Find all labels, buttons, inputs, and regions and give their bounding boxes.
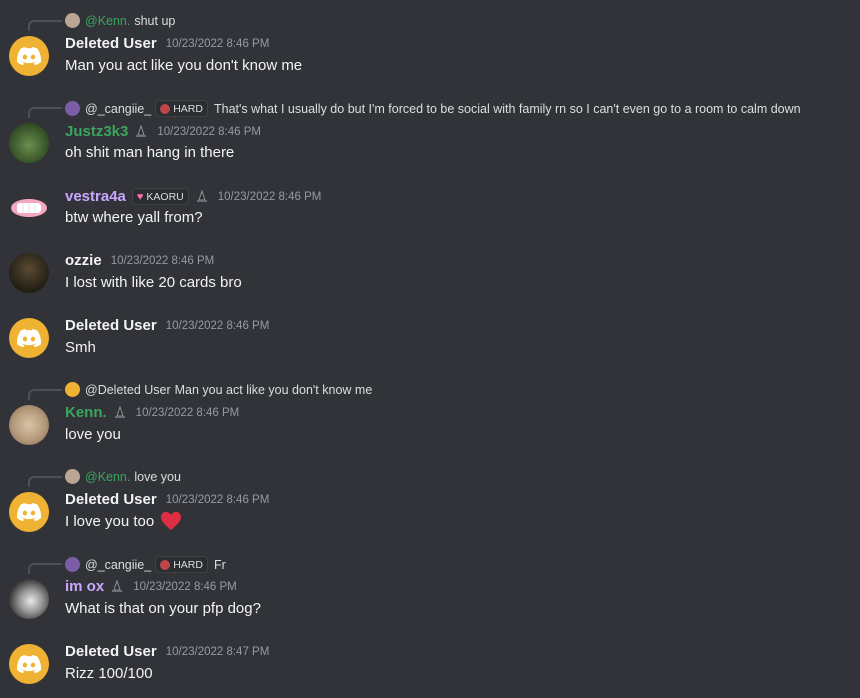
reply-avatar <box>65 101 80 116</box>
witch-hat-icon <box>114 405 125 418</box>
badge-label: HARD <box>173 558 203 571</box>
server-tag-badge: HARD <box>155 556 208 573</box>
witch-hat-icon <box>112 579 123 592</box>
badge-label: KAORU <box>146 190 184 203</box>
reply-mention[interactable]: @Kenn. <box>85 470 130 484</box>
message-body: I love you too <box>65 511 182 531</box>
reply-spine <box>28 107 62 118</box>
witch-hat-icon <box>196 189 207 202</box>
avatar[interactable] <box>9 188 49 228</box>
reply-mention[interactable]: @_cangiie_ <box>85 558 151 572</box>
reply-text: Man you act like you don't know me <box>174 382 373 397</box>
skull-icon <box>160 103 171 114</box>
username[interactable]: Deleted User <box>65 35 157 52</box>
message-text: love you <box>65 426 121 443</box>
timestamp: 10/23/2022 8:46 PM <box>217 190 322 203</box>
badge-label: HARD <box>173 102 203 115</box>
reply-avatar <box>65 13 80 28</box>
teeth-icon <box>11 199 47 217</box>
reply-text: love you <box>134 469 181 484</box>
heart-icon: ♥ <box>136 190 144 203</box>
message-text: btw where yall from? <box>65 209 203 226</box>
timestamp: 10/23/2022 8:46 PM <box>135 406 240 419</box>
avatar[interactable] <box>9 644 49 684</box>
username[interactable]: vestra4a <box>65 188 126 205</box>
reply-text: Fr <box>213 557 226 572</box>
avatar[interactable] <box>9 253 49 293</box>
timestamp: 10/23/2022 8:47 PM <box>165 645 270 658</box>
username[interactable]: Justz3k3 <box>65 123 128 140</box>
timestamp: 10/23/2022 8:46 PM <box>165 493 270 506</box>
avatar[interactable] <box>9 492 49 532</box>
discord-icon <box>17 47 41 65</box>
message-text: Rizz 100/100 <box>65 665 153 682</box>
username[interactable]: Kenn. <box>65 404 107 421</box>
red-heart-emoji-icon <box>161 511 182 531</box>
discord-icon <box>17 503 41 521</box>
reply-text: shut up <box>134 13 176 28</box>
avatar[interactable] <box>9 318 49 358</box>
timestamp: 10/23/2022 8:46 PM <box>157 125 261 138</box>
avatar[interactable] <box>9 36 49 76</box>
username[interactable]: Deleted User <box>65 317 157 334</box>
reply-text: That's what I usually do but I'm forced … <box>213 101 801 116</box>
reply-spine <box>28 20 62 31</box>
message-text: I love you too <box>65 512 155 530</box>
reply-preview[interactable]: @Kenn. love you <box>65 469 181 484</box>
skull-icon <box>160 559 171 570</box>
reply-preview[interactable]: @Kenn. shut up <box>65 13 175 28</box>
reply-preview[interactable]: @Deleted User Man you act like you don't… <box>65 382 372 397</box>
avatar[interactable] <box>9 579 49 619</box>
message-text: Man you act like you don't know me <box>65 57 303 74</box>
discord-icon <box>17 329 41 347</box>
reply-avatar <box>65 557 80 572</box>
server-tag-badge: HARD <box>155 100 208 117</box>
reply-spine <box>28 563 62 574</box>
reply-preview[interactable]: @_cangiie_ HARD That's what I usually do… <box>65 100 801 117</box>
message-text: oh shit man hang in there <box>65 144 235 161</box>
timestamp: 10/23/2022 8:46 PM <box>165 37 270 50</box>
reply-spine <box>28 476 62 487</box>
timestamp: 10/23/2022 8:46 PM <box>165 319 270 332</box>
username[interactable]: Deleted User <box>65 643 157 660</box>
message-text: Smh <box>65 339 96 356</box>
reply-avatar <box>65 382 80 397</box>
username[interactable]: im ox <box>65 578 104 595</box>
reply-mention[interactable]: @Deleted User <box>85 383 171 397</box>
server-tag-badge: ♥ KAORU <box>131 188 189 205</box>
avatar[interactable] <box>9 123 49 163</box>
avatar[interactable] <box>9 405 49 445</box>
reply-preview[interactable]: @_cangiie_ HARD Fr <box>65 556 226 573</box>
message-text: I lost with like 20 cards bro <box>65 274 242 291</box>
timestamp: 10/23/2022 8:46 PM <box>110 254 215 267</box>
timestamp: 10/23/2022 8:46 PM <box>133 580 237 593</box>
witch-hat-icon <box>136 124 147 137</box>
reply-mention[interactable]: @_cangiie_ <box>85 102 151 116</box>
username[interactable]: Deleted User <box>65 491 157 508</box>
reply-mention[interactable]: @Kenn. <box>85 14 130 28</box>
reply-spine <box>28 389 62 400</box>
reply-avatar <box>65 469 80 484</box>
username[interactable]: ozzie <box>65 252 102 269</box>
discord-icon <box>17 655 41 673</box>
message-text: What is that on your pfp dog? <box>65 600 261 617</box>
